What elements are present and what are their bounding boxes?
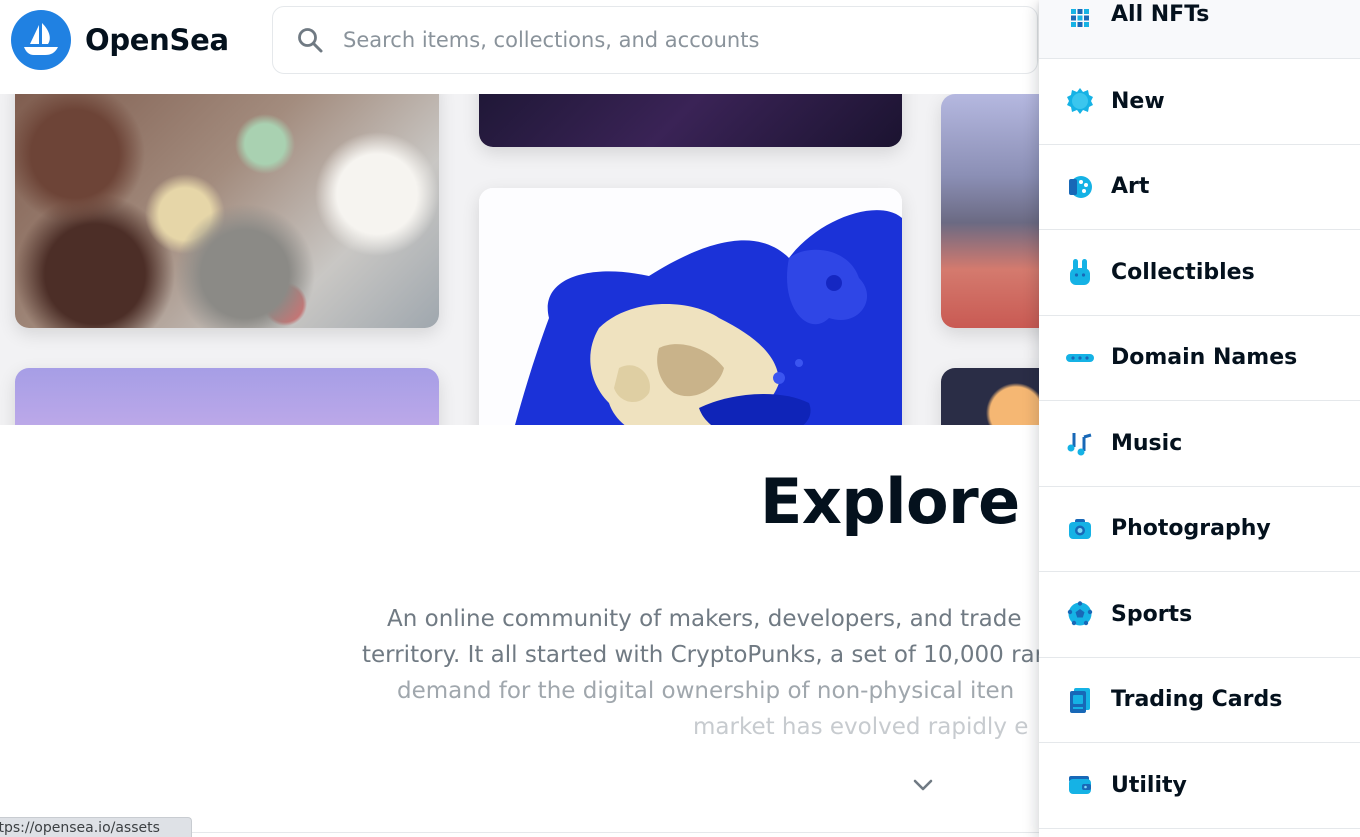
nft-card-image[interactable]: [479, 188, 902, 425]
menu-item-trading-cards[interactable]: Trading Cards: [1039, 657, 1360, 743]
menu-item-sports[interactable]: Sports: [1039, 572, 1360, 658]
menu-item-label: Photography: [1111, 516, 1271, 542]
menu-item-utility[interactable]: Utility: [1039, 743, 1360, 829]
opensea-ship-icon: [11, 10, 71, 70]
brand-name: OpenSea: [85, 23, 229, 57]
hero-gallery: [0, 94, 1040, 425]
link-preview-status: ttps://opensea.io/assets: [0, 817, 192, 837]
description-line: demand for the digital ownership of non-…: [397, 678, 1015, 704]
menu-item-label: Collectibles: [1111, 259, 1255, 285]
description-line: market has evolved rapidly e: [693, 714, 1029, 740]
menu-item-photography[interactable]: Photography: [1039, 486, 1360, 572]
nft-card-image[interactable]: [15, 368, 439, 425]
menu-item-domain-names[interactable]: Domain Names: [1039, 315, 1360, 401]
menu-item-label: Sports: [1111, 601, 1193, 627]
description-line: territory. It all started with CryptoPun…: [362, 642, 1040, 668]
menu-item-collectibles[interactable]: Collectibles: [1039, 230, 1360, 316]
menu-item-label: Music: [1111, 430, 1183, 456]
menu-item-new[interactable]: New: [1039, 59, 1360, 145]
menu-item-label: Trading Cards: [1111, 687, 1283, 713]
menu-item-label: Utility: [1111, 772, 1187, 798]
menu-item-label: New: [1111, 88, 1165, 114]
music-note-icon: [1065, 428, 1095, 458]
nft-card-image[interactable]: [941, 94, 1040, 328]
art-palette-icon: [1065, 172, 1095, 202]
menu-item-label: Art: [1111, 174, 1150, 200]
search-bar[interactable]: [272, 6, 1038, 74]
soccer-ball-icon: [1065, 599, 1095, 629]
explore-dropdown-menu: All NFTs New Art Collectibles Domain Nam…: [1039, 0, 1360, 837]
bunny-icon: [1065, 257, 1095, 287]
domain-bar-icon: [1065, 343, 1095, 373]
search-icon: [295, 25, 325, 55]
menu-item-all-nfts[interactable]: All NFTs: [1039, 0, 1360, 59]
menu-item-art[interactable]: Art: [1039, 144, 1360, 230]
menu-item-label: All NFTs: [1111, 2, 1210, 27]
menu-item-music[interactable]: Music: [1039, 401, 1360, 487]
explore-section: Explore A An online community of makers,…: [0, 425, 1040, 837]
grid-icon: [1065, 3, 1095, 33]
trading-card-icon: [1065, 685, 1095, 715]
menu-item-label: Domain Names: [1111, 345, 1298, 371]
description-line: An online community of makers, developer…: [387, 606, 1022, 632]
camera-icon: [1065, 514, 1095, 544]
nft-card-image[interactable]: [941, 368, 1040, 425]
status-url-text: ttps://opensea.io/assets: [0, 820, 160, 836]
page-title: Explore A: [760, 465, 1040, 538]
new-badge-icon: [1065, 86, 1095, 116]
search-input[interactable]: [343, 28, 943, 52]
nft-card-image[interactable]: [479, 94, 902, 147]
opensea-logo[interactable]: OpenSea: [11, 10, 229, 70]
nft-card-image[interactable]: [15, 94, 439, 328]
chevron-down-icon[interactable]: [909, 773, 937, 797]
wallet-icon: [1065, 770, 1095, 800]
